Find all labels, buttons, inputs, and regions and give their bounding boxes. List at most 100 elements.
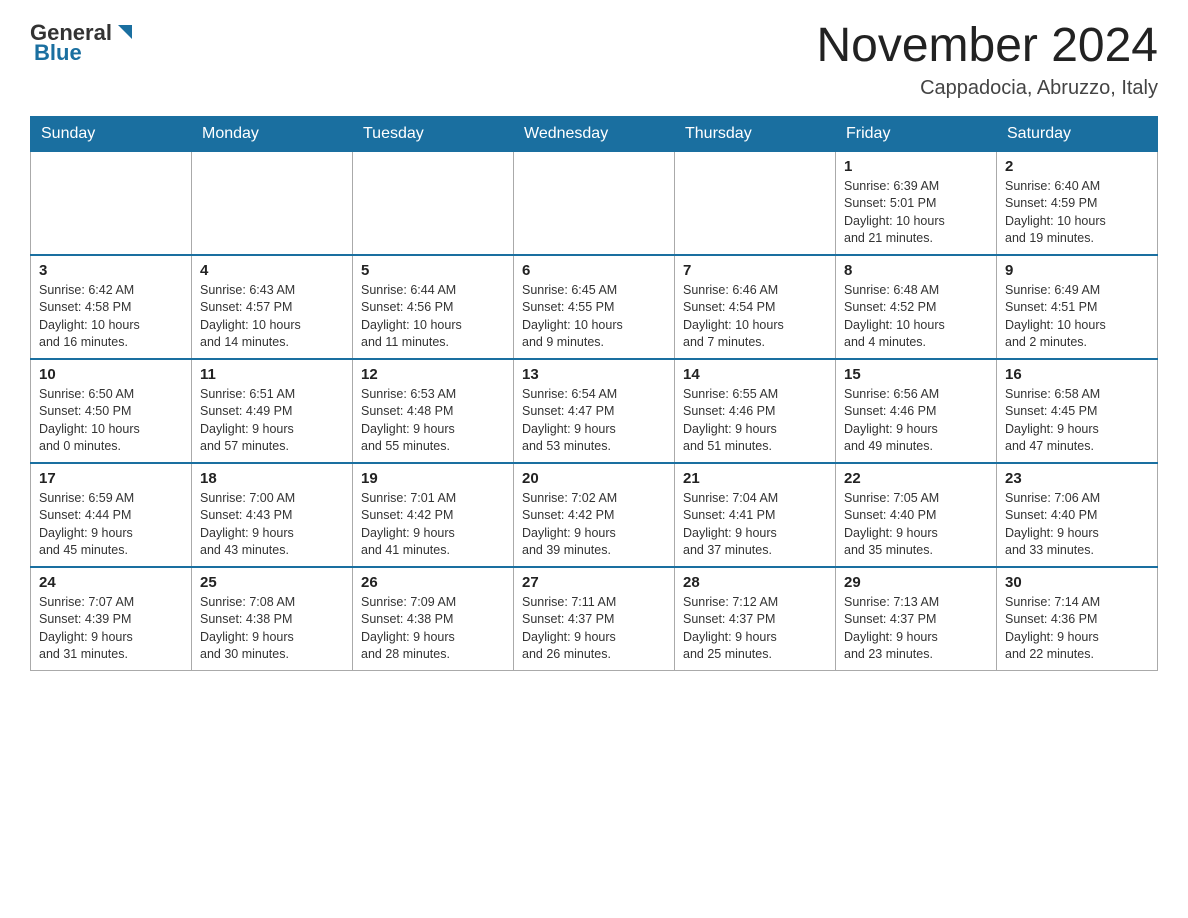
day-cell: 9 Sunrise: 6:49 AM Sunset: 4:51 PM Daylig… <box>997 255 1158 359</box>
day-cell: 25 Sunrise: 7:08 AM Sunset: 4:38 PM Dayli… <box>192 567 353 671</box>
day-sun-info: Sunrise: 6:58 AM Sunset: 4:45 PM Dayligh… <box>1005 386 1149 456</box>
day-cell: 22Sunrise: 7:05 AM Sunset: 4:40 PM Dayli… <box>836 463 997 567</box>
day-number: 30 <box>1005 574 1149 591</box>
day-number: 23 <box>1005 470 1149 487</box>
header-tuesday: Tuesday <box>353 116 514 151</box>
day-number: 6 <box>522 262 666 279</box>
title-area: November 2024 Cappadocia, Abruzzo, Italy <box>816 20 1158 100</box>
day-sun-info: Sunrise: 6:59 AM Sunset: 4:44 PM Dayligh… <box>39 490 183 560</box>
day-cell: 16 Sunrise: 6:58 AM Sunset: 4:45 PM Dayli… <box>997 359 1158 463</box>
day-sun-info: Sunrise: 6:54 AM Sunset: 4:47 PM Dayligh… <box>522 386 666 456</box>
day-number: 11 <box>200 366 344 383</box>
month-title: November 2024 <box>816 20 1158 73</box>
day-sun-info: Sunrise: 6:44 AM Sunset: 4:56 PM Dayligh… <box>361 282 505 352</box>
day-sun-info: Sunrise: 7:13 AM Sunset: 4:37 PM Dayligh… <box>844 594 988 664</box>
day-sun-info: Sunrise: 7:06 AM Sunset: 4:40 PM Dayligh… <box>1005 490 1149 560</box>
day-cell: 26 Sunrise: 7:09 AM Sunset: 4:38 PM Dayli… <box>353 567 514 671</box>
day-sun-info: Sunrise: 6:56 AM Sunset: 4:46 PM Dayligh… <box>844 386 988 456</box>
header-thursday: Thursday <box>675 116 836 151</box>
page: General Blue November 2024 Cappadocia, A… <box>0 0 1188 701</box>
day-cell <box>31 151 192 255</box>
day-number: 19 <box>361 470 505 487</box>
day-cell: 6Sunrise: 6:45 AM Sunset: 4:55 PM Daylig… <box>514 255 675 359</box>
day-cell: 2 Sunrise: 6:40 AM Sunset: 4:59 PM Daylig… <box>997 151 1158 255</box>
day-sun-info: Sunrise: 7:09 AM Sunset: 4:38 PM Dayligh… <box>361 594 505 664</box>
day-number: 14 <box>683 366 827 383</box>
location-title: Cappadocia, Abruzzo, Italy <box>816 77 1158 100</box>
day-number: 9 <box>1005 262 1149 279</box>
day-sun-info: Sunrise: 6:53 AM Sunset: 4:48 PM Dayligh… <box>361 386 505 456</box>
day-cell: 8 Sunrise: 6:48 AM Sunset: 4:52 PM Daylig… <box>836 255 997 359</box>
week-row-5: 24Sunrise: 7:07 AM Sunset: 4:39 PM Dayli… <box>31 567 1158 671</box>
logo-triangle-icon <box>114 21 136 43</box>
header-sunday: Sunday <box>31 116 192 151</box>
day-sun-info: Sunrise: 6:55 AM Sunset: 4:46 PM Dayligh… <box>683 386 827 456</box>
day-cell: 21 Sunrise: 7:04 AM Sunset: 4:41 PM Dayli… <box>675 463 836 567</box>
day-number: 1 <box>844 158 988 175</box>
day-number: 7 <box>683 262 827 279</box>
day-cell <box>192 151 353 255</box>
day-sun-info: Sunrise: 6:39 AM Sunset: 5:01 PM Dayligh… <box>844 178 988 248</box>
week-row-4: 17 Sunrise: 6:59 AM Sunset: 4:44 PM Dayli… <box>31 463 1158 567</box>
day-cell <box>514 151 675 255</box>
logo-mark: General Blue <box>30 20 136 66</box>
day-sun-info: Sunrise: 6:48 AM Sunset: 4:52 PM Dayligh… <box>844 282 988 352</box>
day-sun-info: Sunrise: 7:04 AM Sunset: 4:41 PM Dayligh… <box>683 490 827 560</box>
day-number: 4 <box>200 262 344 279</box>
day-cell <box>675 151 836 255</box>
day-cell: 18 Sunrise: 7:00 AM Sunset: 4:43 PM Dayli… <box>192 463 353 567</box>
day-number: 21 <box>683 470 827 487</box>
day-cell: 23 Sunrise: 7:06 AM Sunset: 4:40 PM Dayli… <box>997 463 1158 567</box>
day-sun-info: Sunrise: 7:01 AM Sunset: 4:42 PM Dayligh… <box>361 490 505 560</box>
day-cell: 29 Sunrise: 7:13 AM Sunset: 4:37 PM Dayli… <box>836 567 997 671</box>
day-sun-info: Sunrise: 6:50 AM Sunset: 4:50 PM Dayligh… <box>39 386 183 456</box>
day-cell: 12 Sunrise: 6:53 AM Sunset: 4:48 PM Dayli… <box>353 359 514 463</box>
day-number: 28 <box>683 574 827 591</box>
day-number: 26 <box>361 574 505 591</box>
day-cell: 14 Sunrise: 6:55 AM Sunset: 4:46 PM Dayli… <box>675 359 836 463</box>
day-cell: 24Sunrise: 7:07 AM Sunset: 4:39 PM Dayli… <box>31 567 192 671</box>
day-number: 10 <box>39 366 183 383</box>
day-cell: 15 Sunrise: 6:56 AM Sunset: 4:46 PM Dayli… <box>836 359 997 463</box>
day-sun-info: Sunrise: 6:42 AM Sunset: 4:58 PM Dayligh… <box>39 282 183 352</box>
day-number: 5 <box>361 262 505 279</box>
day-number: 8 <box>844 262 988 279</box>
day-number: 16 <box>1005 366 1149 383</box>
day-number: 17 <box>39 470 183 487</box>
day-sun-info: Sunrise: 7:12 AM Sunset: 4:37 PM Dayligh… <box>683 594 827 664</box>
day-number: 15 <box>844 366 988 383</box>
day-cell: 1 Sunrise: 6:39 AM Sunset: 5:01 PM Daylig… <box>836 151 997 255</box>
day-number: 13 <box>522 366 666 383</box>
day-sun-info: Sunrise: 7:08 AM Sunset: 4:38 PM Dayligh… <box>200 594 344 664</box>
day-sun-info: Sunrise: 7:02 AM Sunset: 4:42 PM Dayligh… <box>522 490 666 560</box>
day-sun-info: Sunrise: 6:40 AM Sunset: 4:59 PM Dayligh… <box>1005 178 1149 248</box>
day-cell: 3 Sunrise: 6:42 AM Sunset: 4:58 PM Daylig… <box>31 255 192 359</box>
day-sun-info: Sunrise: 6:51 AM Sunset: 4:49 PM Dayligh… <box>200 386 344 456</box>
day-sun-info: Sunrise: 7:14 AM Sunset: 4:36 PM Dayligh… <box>1005 594 1149 664</box>
header-friday: Friday <box>836 116 997 151</box>
day-cell: 4 Sunrise: 6:43 AM Sunset: 4:57 PM Daylig… <box>192 255 353 359</box>
day-number: 2 <box>1005 158 1149 175</box>
day-number: 25 <box>200 574 344 591</box>
day-number: 18 <box>200 470 344 487</box>
day-sun-info: Sunrise: 6:43 AM Sunset: 4:57 PM Dayligh… <box>200 282 344 352</box>
day-cell: 28 Sunrise: 7:12 AM Sunset: 4:37 PM Dayli… <box>675 567 836 671</box>
day-sun-info: Sunrise: 6:49 AM Sunset: 4:51 PM Dayligh… <box>1005 282 1149 352</box>
day-number: 12 <box>361 366 505 383</box>
day-cell: 10 Sunrise: 6:50 AM Sunset: 4:50 PM Dayli… <box>31 359 192 463</box>
day-number: 29 <box>844 574 988 591</box>
week-row-1: 1 Sunrise: 6:39 AM Sunset: 5:01 PM Daylig… <box>31 151 1158 255</box>
day-cell: 30 Sunrise: 7:14 AM Sunset: 4:36 PM Dayli… <box>997 567 1158 671</box>
weekday-header-row: Sunday Monday Tuesday Wednesday Thursday… <box>31 116 1158 151</box>
day-sun-info: Sunrise: 7:07 AM Sunset: 4:39 PM Dayligh… <box>39 594 183 664</box>
day-cell: 7Sunrise: 6:46 AM Sunset: 4:54 PM Daylig… <box>675 255 836 359</box>
day-cell: 11 Sunrise: 6:51 AM Sunset: 4:49 PM Dayli… <box>192 359 353 463</box>
day-number: 27 <box>522 574 666 591</box>
header-wednesday: Wednesday <box>514 116 675 151</box>
day-number: 3 <box>39 262 183 279</box>
day-number: 22 <box>844 470 988 487</box>
day-cell: 5 Sunrise: 6:44 AM Sunset: 4:56 PM Daylig… <box>353 255 514 359</box>
logo: General Blue <box>30 20 136 66</box>
header: General Blue November 2024 Cappadocia, A… <box>30 20 1158 100</box>
day-sun-info: Sunrise: 7:00 AM Sunset: 4:43 PM Dayligh… <box>200 490 344 560</box>
